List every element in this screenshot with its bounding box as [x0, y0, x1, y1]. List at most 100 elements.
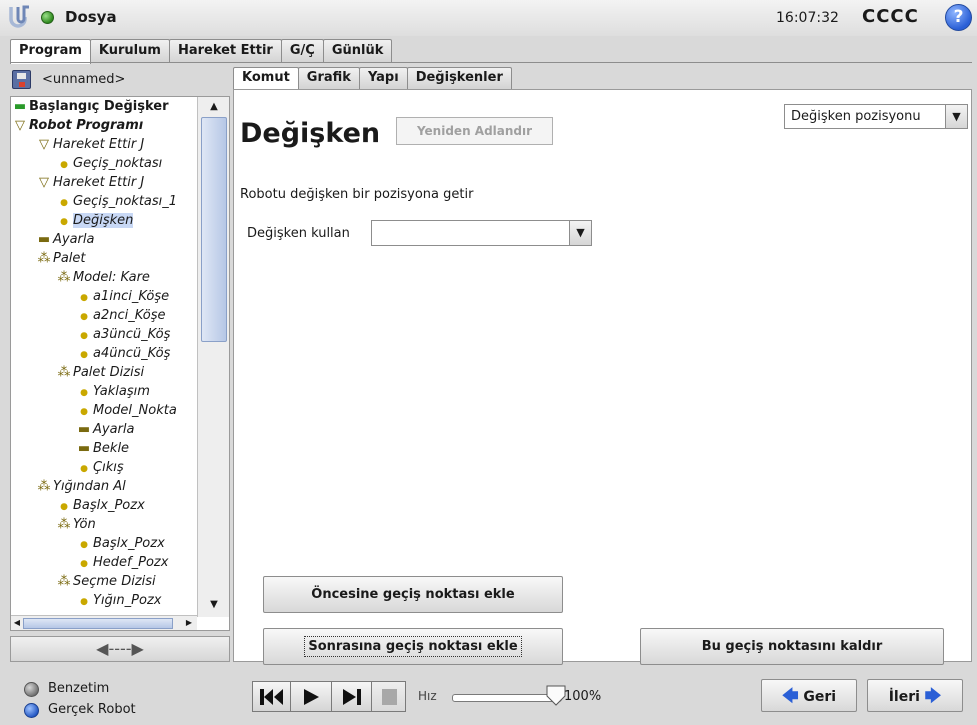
- tab-installation[interactable]: Kurulum: [89, 39, 170, 63]
- tab-structure[interactable]: Yapı: [358, 67, 408, 89]
- tree-vertical-scrollbar[interactable]: ▲ ▼: [197, 97, 229, 617]
- tree-item[interactable]: ⁂ Yön: [57, 515, 96, 534]
- tree-item[interactable]: ⁂ Palet: [37, 249, 86, 268]
- program-tree-panel: ▬ Başlangıç Değişker ▽ Robot Programı ▽ Harek…: [10, 96, 230, 631]
- waypoint-icon: ●: [80, 597, 88, 607]
- use-variable-label: Değişken kullan: [247, 226, 350, 241]
- description-text: Robotu değişken bir pozisyona getir: [240, 187, 474, 202]
- step-button[interactable]: [331, 681, 372, 712]
- help-button[interactable]: ?: [945, 4, 972, 31]
- scroll-up-icon[interactable]: ▲: [201, 99, 227, 115]
- tab-command[interactable]: Komut: [233, 67, 299, 90]
- tree-item[interactable]: ● Değişken: [57, 211, 134, 230]
- tree-item[interactable]: ● Geçiş_noktası: [57, 154, 162, 173]
- tree-item[interactable]: ▽ Hareket Ettir J: [37, 135, 144, 154]
- tree-item[interactable]: ▬ Bekle: [77, 439, 129, 458]
- tree-item[interactable]: ● Hedef_Pozx: [77, 553, 168, 572]
- file-name: <unnamed>: [42, 72, 126, 87]
- remove-waypoint-button[interactable]: Bu geçiş noktasını kaldır: [640, 628, 944, 665]
- rename-button[interactable]: Yeniden Adlandır: [396, 117, 553, 145]
- set-icon: ▬: [77, 422, 91, 437]
- tree-item-label: Çıkış: [93, 460, 124, 475]
- tree-item[interactable]: ▽ Robot Programı: [13, 116, 143, 135]
- tab-program[interactable]: Program: [10, 39, 91, 64]
- tree-item-label: Ayarla: [93, 422, 135, 437]
- ur-logo-icon: [9, 5, 29, 28]
- tab-log[interactable]: Günlük: [322, 39, 393, 63]
- tab-divider: [10, 62, 972, 63]
- tree-item[interactable]: ⁂ Model: Kare: [57, 268, 150, 287]
- scroll-thumb[interactable]: [201, 117, 227, 342]
- tree-item[interactable]: ⁂ Seçme Dizisi: [57, 572, 156, 591]
- tree-item[interactable]: ● Model_Nokta: [77, 401, 177, 420]
- tree-item[interactable]: ● Başlx_Pozx: [77, 534, 165, 553]
- tree-item[interactable]: ● a1inci_Köşe: [77, 287, 169, 306]
- add-waypoint-before-button[interactable]: Öncesine geçiş noktası ekle: [263, 576, 563, 613]
- waypoint-type-select[interactable]: Değişken pozisyonu ▼: [784, 104, 968, 129]
- tree-item[interactable]: ● Çıkış: [77, 458, 124, 477]
- tree-item[interactable]: ● a3üncü_Köş: [77, 325, 170, 344]
- hscroll-thumb[interactable]: [23, 618, 173, 629]
- chevron-down-icon[interactable]: ▼: [945, 105, 967, 128]
- arrow-right-icon: 🡆: [924, 686, 942, 705]
- command-panel: Değişken Yeniden Adlandır Değişken pozis…: [233, 89, 972, 665]
- tree-item[interactable]: ▬ Ayarla: [77, 420, 135, 439]
- program-triangle-icon: ▽: [15, 118, 25, 133]
- tree-item[interactable]: ▬ Başlangıç Değişker: [13, 97, 169, 116]
- variable-select[interactable]: ▼: [371, 220, 592, 246]
- real-robot-label: Gerçek Robot: [48, 702, 136, 717]
- tab-graphics[interactable]: Grafik: [297, 67, 360, 89]
- tree-item-label: Robot Programı: [29, 118, 144, 133]
- tree-item-label: a2nci_Köşe: [93, 308, 166, 323]
- tree-item-label: Bekle: [93, 441, 130, 456]
- tree-item[interactable]: ● a2nci_Köşe: [77, 306, 166, 325]
- tree-item-label: Hareket Ettir J: [53, 137, 145, 152]
- back-button[interactable]: 🡄 Geri: [761, 679, 857, 712]
- tree-item-label: Değişken: [73, 213, 134, 228]
- tree-item-label: Yığından Al: [53, 479, 126, 494]
- add-waypoint-after-button[interactable]: Sonrasına geçiş noktası ekle: [263, 628, 563, 665]
- save-icon[interactable]: [12, 70, 31, 89]
- tree-item-label: Başlangıç Değişker: [29, 99, 169, 114]
- robot-name: CCCC: [862, 6, 919, 27]
- tree-item[interactable]: ● a4üncü_Köş: [77, 344, 170, 363]
- real-robot-radio-icon[interactable]: [24, 703, 39, 718]
- pallet-icon: ⁂: [57, 365, 71, 380]
- tree-item[interactable]: ● Başlx_Pozx: [57, 496, 145, 515]
- chevron-down-icon[interactable]: ▼: [569, 221, 591, 245]
- init-variables-icon: ▬: [13, 99, 27, 114]
- waypoint-type-value: Değişken pozisyonu: [791, 109, 921, 124]
- tree-item[interactable]: ● Geçiş_noktası_1: [57, 192, 177, 211]
- tab-io[interactable]: G/Ç: [280, 39, 324, 63]
- next-button[interactable]: İleri 🡆: [867, 679, 963, 712]
- tree-item-label: a1inci_Köşe: [93, 289, 170, 304]
- move-triangle-icon: ▽: [39, 175, 49, 190]
- tab-variables[interactable]: Değişkenler: [406, 67, 512, 89]
- stop-button[interactable]: [371, 681, 406, 712]
- tree-item[interactable]: ⁂ Yığından Al: [37, 477, 126, 496]
- tree-item[interactable]: ● Yığın_Pozx: [77, 591, 161, 610]
- set-icon: ▬: [37, 232, 51, 247]
- tree-item-label: Palet: [53, 251, 86, 266]
- tree-item-label: Geçiş_noktası: [73, 156, 163, 171]
- tree-item[interactable]: ▬ Ayarla: [37, 230, 95, 249]
- main-tabs: Program Kurulum Hareket Ettir G/Ç Günlük: [10, 39, 393, 64]
- add-after-label: Sonrasına geçiş noktası ekle: [304, 636, 522, 657]
- app-title: Dosya: [65, 8, 117, 26]
- pallet-icon: ⁂: [37, 479, 51, 494]
- collapse-panel-button[interactable]: ◀----▶: [10, 636, 230, 662]
- tree-item[interactable]: ⁂ Palet Dizisi: [57, 363, 145, 382]
- add-before-label: Öncesine geçiş noktası ekle: [311, 587, 515, 602]
- scroll-right-icon[interactable]: ▶: [183, 616, 195, 630]
- scroll-down-icon[interactable]: ▼: [201, 597, 227, 613]
- scroll-left-icon[interactable]: ◀: [11, 616, 23, 630]
- simulation-radio-icon[interactable]: [24, 682, 39, 697]
- set-icon: ▬: [77, 441, 91, 456]
- skip-to-start-button[interactable]: [252, 681, 291, 712]
- tree-horizontal-scrollbar[interactable]: ◀ ▶: [11, 615, 197, 630]
- play-button[interactable]: [290, 681, 332, 712]
- tab-move[interactable]: Hareket Ettir: [168, 39, 282, 63]
- tree-item-label: Yön: [73, 517, 96, 532]
- tree-item[interactable]: ● Yaklaşım: [77, 382, 150, 401]
- tree-item[interactable]: ▽ Hareket Ettir J: [37, 173, 144, 192]
